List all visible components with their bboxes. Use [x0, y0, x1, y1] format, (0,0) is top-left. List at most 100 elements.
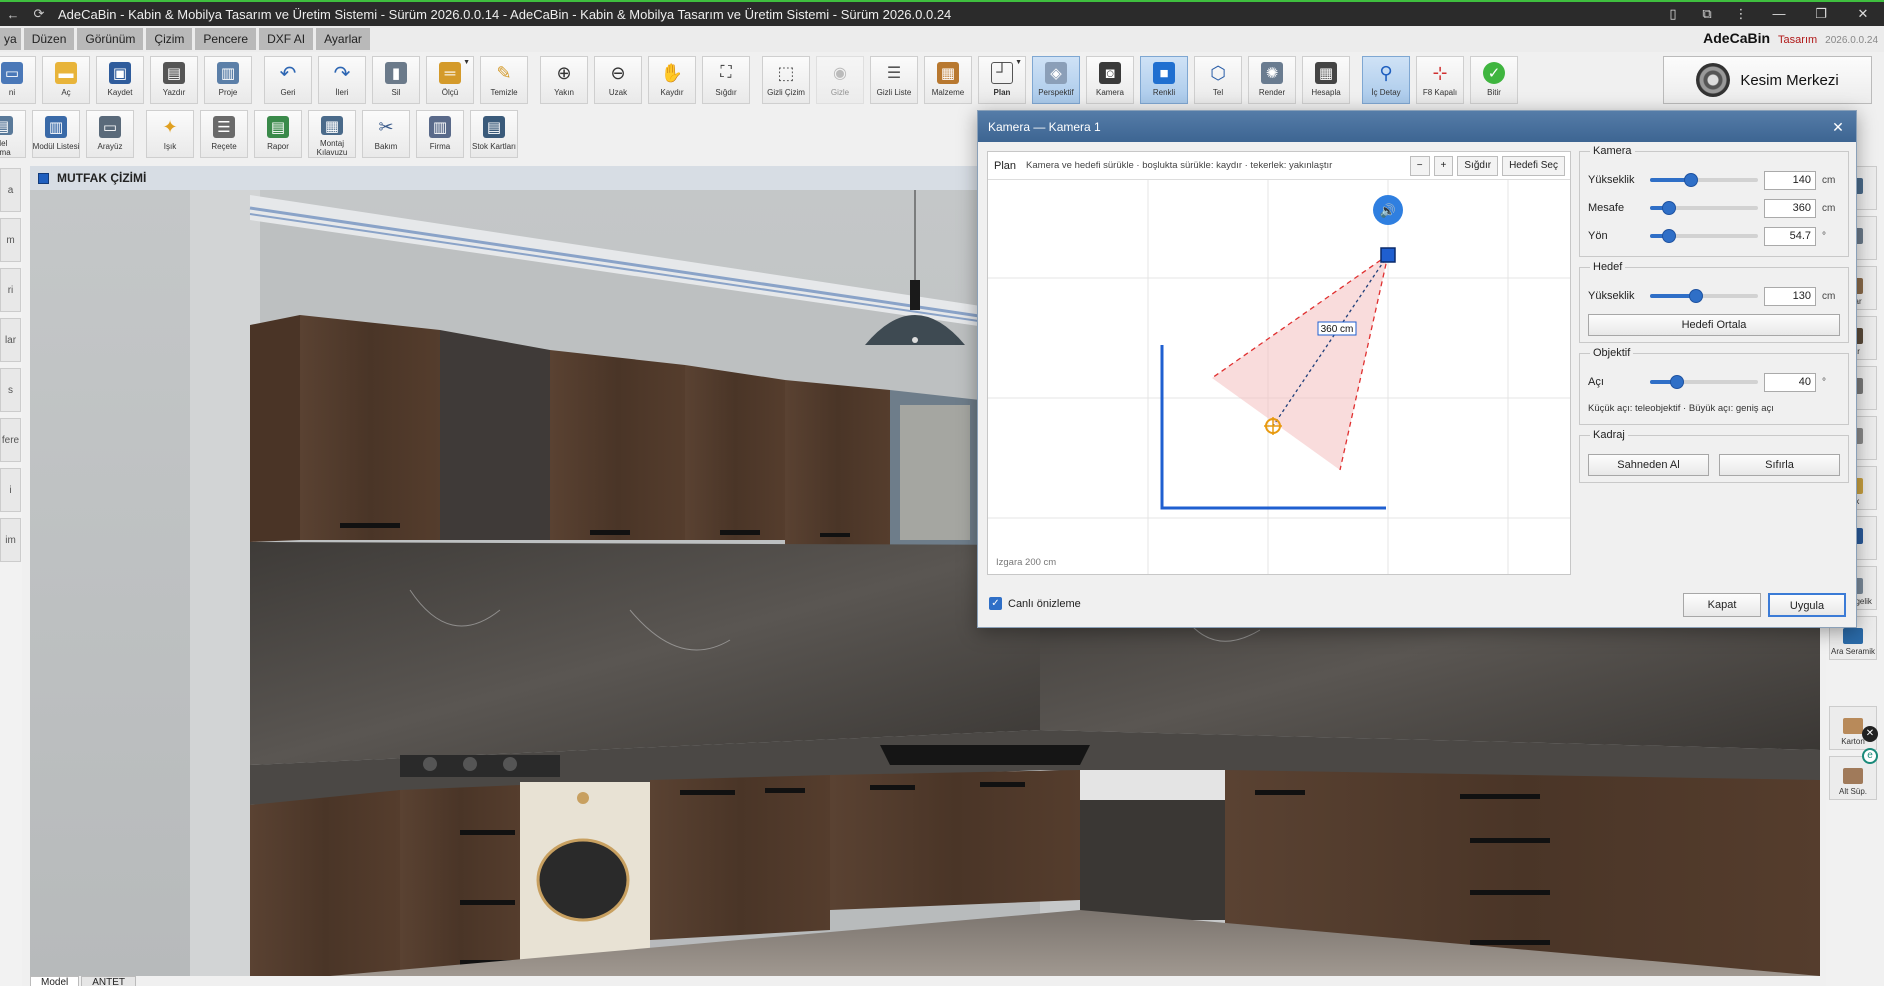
minimize-icon[interactable]: — — [1758, 2, 1800, 26]
target-height-input[interactable]: 130 — [1764, 286, 1816, 306]
f8-toggle-button[interactable]: ⊹ F8 Kapalı — [1416, 56, 1464, 104]
left-tool-8[interactable]: im — [0, 518, 21, 562]
left-tool-5[interactable]: s — [0, 368, 21, 412]
report-icon: ▤ — [267, 116, 289, 138]
menu-settings[interactable]: Ayarlar — [316, 28, 370, 50]
menu-edit[interactable]: Düzen — [23, 28, 75, 50]
menu-view[interactable]: Görünüm — [77, 28, 144, 50]
fit-button[interactable]: ⛶ Sığdır — [702, 56, 750, 104]
take-from-scene-button[interactable]: Sahneden Al — [1588, 454, 1709, 476]
tab-model[interactable]: Model — [30, 976, 80, 986]
dialog-title: Kamera — Kamera 1 — [988, 119, 1101, 134]
dropdown-arrow-icon: ▼ — [1015, 59, 1022, 66]
plan-button[interactable]: ▼ ┘ Plan — [978, 56, 1026, 104]
back-icon[interactable]: ← — [0, 7, 26, 22]
colored-button[interactable]: ■ Renkli — [1140, 56, 1188, 104]
print-button[interactable]: ▤ Yazdır — [150, 56, 198, 104]
lens-angle-slider[interactable] — [1650, 375, 1758, 389]
more-options-icon[interactable]: ⋮ — [1724, 2, 1758, 26]
menu-draw[interactable]: Çizim — [146, 28, 193, 50]
new-button[interactable]: ▭ ni — [0, 56, 36, 104]
plan-canvas[interactable]: 360 cm 🔊 — [988, 180, 1570, 574]
measure-button[interactable]: ▼ ═ Ölçü — [426, 56, 474, 104]
company-button[interactable]: ▥ Firma — [416, 110, 464, 158]
reset-button[interactable]: Sıfırla — [1719, 454, 1840, 476]
camera-height-slider[interactable] — [1650, 173, 1758, 187]
assembly-icon: ▦ — [321, 116, 343, 135]
calculate-button[interactable]: ▦ Hesapla — [1302, 56, 1350, 104]
undo-button[interactable]: ↶ Geri — [264, 56, 312, 104]
broom-icon: ✎ — [496, 62, 512, 83]
extensions-icon[interactable]: ⧉ — [1690, 2, 1724, 26]
camera-direction-slider[interactable] — [1650, 229, 1758, 243]
plan-panel: Plan Kamera ve hedefi sürükle · boşlukta… — [987, 151, 1571, 575]
zoom-in-button[interactable]: ⊕ Yakın — [540, 56, 588, 104]
apply-button[interactable]: Uygula — [1768, 593, 1846, 617]
clean-button[interactable]: ✎ Temizle — [480, 56, 528, 104]
cutting-center-button[interactable]: Kesim Merkezi — [1663, 56, 1872, 104]
live-preview-checkbox[interactable]: ✓ Canlı önizleme — [989, 597, 1081, 610]
zoom-out-button[interactable]: ⊖ Uzak — [594, 56, 642, 104]
interface-button[interactable]: ▭ Arayüz — [86, 110, 134, 158]
camera-distance-slider[interactable] — [1650, 201, 1758, 215]
refresh-icon[interactable]: ⟳ — [26, 6, 52, 22]
menu-window[interactable]: Pencere — [195, 28, 257, 50]
left-tool-4[interactable]: lar — [0, 318, 21, 362]
stock-cards-button[interactable]: ▤ Stok Kartları — [470, 110, 518, 158]
redo-button[interactable]: ↷ İleri — [318, 56, 366, 104]
module-edit-button[interactable]: ▤dellama — [0, 110, 26, 158]
module-list-button[interactable]: ▥ Modül Listesi — [32, 110, 80, 158]
lens-angle-input[interactable]: 40 — [1764, 372, 1816, 392]
left-tool-6[interactable]: fere — [0, 418, 21, 462]
close-button[interactable]: Kapat — [1683, 593, 1761, 617]
left-tool-7[interactable]: i — [0, 468, 21, 512]
hide-button[interactable]: ◉ Gizle — [816, 56, 864, 104]
restore-icon[interactable]: ❐ — [1800, 2, 1842, 26]
zoom-out-icon: ⊖ — [610, 62, 626, 83]
report-button[interactable]: ▤ Rapor — [254, 110, 302, 158]
left-tool-1[interactable]: a — [0, 168, 21, 212]
recipe-button[interactable]: ☰ Reçete — [200, 110, 248, 158]
maintenance-button[interactable]: ✂ Bakım — [362, 110, 410, 158]
hidden-draw-button[interactable]: ⬚ Gizli Çizim — [762, 56, 810, 104]
center-target-button[interactable]: Hedefi Ortala — [1588, 314, 1840, 336]
menu-dxf-ai[interactable]: DXF AI — [259, 28, 314, 50]
calculator-icon: ▦ — [1315, 62, 1337, 84]
camera-button[interactable]: ◙ Kamera — [1086, 56, 1134, 104]
floating-close-icon[interactable]: ✕ — [1862, 726, 1878, 742]
tab-antet[interactable]: ANTET — [81, 976, 137, 986]
camera-height-input[interactable]: 140 — [1764, 170, 1816, 190]
project-button[interactable]: ▥ Proje — [204, 56, 252, 104]
save-button[interactable]: ▣ Kaydet — [96, 56, 144, 104]
checkbox-checked-icon: ✓ — [989, 597, 1002, 610]
plan-select-target-button[interactable]: Hedefi Seç — [1502, 156, 1565, 176]
assembly-guide-button[interactable]: ▦ Montaj Kılavuzu — [308, 110, 356, 158]
hidden-list-button[interactable]: ☰ Gizli Liste — [870, 56, 918, 104]
close-window-icon[interactable]: ✕ — [1842, 2, 1884, 26]
dialog-close-icon[interactable]: ✕ — [1828, 117, 1848, 137]
light-button[interactable]: ✦ Işık — [146, 110, 194, 158]
plan-fit-button[interactable]: Sığdır — [1457, 156, 1499, 176]
render-button[interactable]: ✺ Render — [1248, 56, 1296, 104]
finish-button[interactable]: ✓ Bitir — [1470, 56, 1518, 104]
camera-distance-input[interactable]: 360 — [1764, 198, 1816, 218]
target-height-slider[interactable] — [1650, 289, 1758, 303]
delete-button[interactable]: ▮ Sil — [372, 56, 420, 104]
menu-file[interactable]: ya — [0, 28, 21, 50]
perspective-button[interactable]: ◈ Perspektif — [1032, 56, 1080, 104]
material-button[interactable]: ▦ Malzeme — [924, 56, 972, 104]
project-icon: ▥ — [217, 62, 239, 84]
title-bar: ← ⟳ AdeCaBin - Kabin & Mobilya Tasarım v… — [0, 0, 1884, 26]
wireframe-button[interactable]: ⬡ Tel — [1194, 56, 1242, 104]
pan-button[interactable]: ✋ Kaydır — [648, 56, 696, 104]
camera-direction-input[interactable]: 54.7 — [1764, 226, 1816, 246]
left-tool-2[interactable]: m — [0, 218, 21, 262]
floating-edge-icon[interactable]: e — [1862, 748, 1878, 764]
plan-zoom-in-button[interactable]: + — [1433, 156, 1454, 176]
document-icon[interactable]: ▯ — [1656, 2, 1690, 26]
interior-detail-button[interactable]: ⚲ İç Detay — [1362, 56, 1410, 104]
left-tool-3[interactable]: ri — [0, 268, 21, 312]
open-button[interactable]: ▬ Aç — [42, 56, 90, 104]
plan-zoom-out-button[interactable]: − — [1409, 156, 1430, 176]
dialog-title-bar: Kamera — Kamera 1 ✕ — [978, 111, 1856, 142]
